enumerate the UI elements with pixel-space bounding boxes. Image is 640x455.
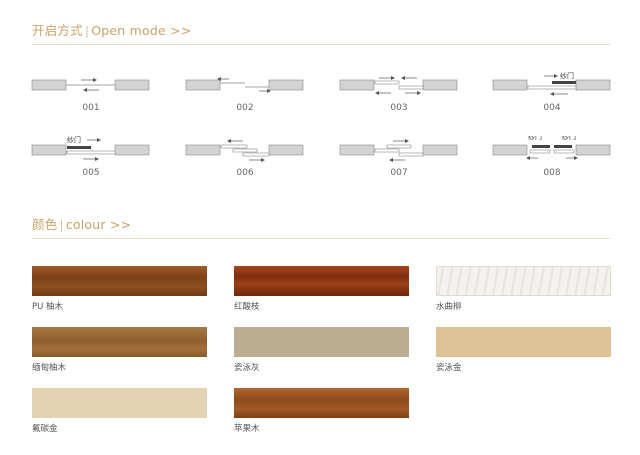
open-mode-arrows: >>	[170, 23, 192, 38]
swatch-color	[436, 266, 611, 296]
open-mode-003: 003	[339, 71, 459, 123]
diagram-005: 纱门	[31, 136, 150, 161]
open-mode-004: 纱门 004	[492, 71, 612, 123]
swatch-label: 苹果木	[234, 424, 260, 434]
open-mode-008: 纱门 纱门 008	[492, 136, 612, 188]
heading-separator: |	[84, 23, 90, 38]
swatch-label: 水曲柳	[436, 302, 462, 312]
swatch-color	[32, 327, 207, 357]
open-mode-heading: 开启方式 | Open mode >>	[32, 20, 191, 39]
open-mode-006: 006	[185, 136, 305, 188]
diagram-008: 纱门 纱门	[492, 136, 611, 160]
open-mode-divider	[32, 44, 610, 45]
colour-divider	[32, 238, 610, 239]
swatch-label: 瓷泳灰	[234, 363, 260, 373]
swatch-apple-wood: 苹果木	[234, 388, 409, 434]
swatch-label: 瓷泳金	[436, 363, 462, 373]
colour-heading: 颜色 | colour >>	[32, 214, 131, 233]
open-mode-code: 005	[82, 168, 100, 178]
diagram-007	[339, 139, 458, 162]
screen-door-tag: 纱门	[528, 136, 542, 141]
open-mode-title-en: Open mode	[91, 23, 166, 38]
screen-door-tag: 纱门	[67, 136, 81, 144]
swatch-ash: 水曲柳	[436, 266, 611, 312]
swatch-ceramic-grey: 瓷泳灰	[234, 327, 409, 373]
swatch-color	[32, 388, 207, 418]
swatch-color	[234, 327, 409, 357]
swatch-label: PU 柚木	[32, 302, 64, 312]
swatch-color	[234, 388, 409, 418]
diagram-001	[31, 78, 150, 92]
diagram-003	[339, 76, 458, 95]
swatch-label: 氟碳金	[32, 424, 58, 434]
swatch-label: 红酸枝	[234, 302, 260, 312]
open-mode-title-cn: 开启方式	[32, 23, 83, 38]
swatch-fluorocarbon-gold: 氟碳金	[32, 388, 207, 434]
swatch-color	[234, 266, 409, 296]
open-mode-005: 纱门 005	[31, 136, 151, 188]
open-mode-007: 007	[339, 136, 459, 188]
swatch-label: 缅甸柚木	[32, 363, 67, 373]
open-mode-code: 003	[390, 103, 408, 113]
colour-title-cn: 颜色	[32, 217, 58, 232]
open-mode-code: 007	[390, 168, 408, 178]
open-mode-002: 002	[185, 71, 305, 123]
screen-door-tag: 纱门	[560, 71, 574, 80]
heading-separator: |	[59, 217, 64, 232]
swatch-burma-teak: 缅甸柚木	[32, 327, 207, 373]
open-mode-code: 006	[236, 168, 254, 178]
diagram-002	[185, 77, 304, 93]
open-mode-code: 002	[236, 103, 254, 113]
open-mode-001: 001	[31, 71, 151, 123]
screen-door-tag: 纱门	[562, 136, 576, 141]
swatch-rosewood: 红酸枝	[234, 266, 409, 312]
swatch-color	[436, 327, 611, 357]
diagram-004: 纱门	[492, 71, 611, 96]
open-mode-code: 008	[543, 168, 561, 178]
open-mode-code: 001	[82, 103, 100, 113]
swatch-ceramic-gold: 瓷泳金	[436, 327, 611, 373]
swatch-pu-teak: PU 柚木	[32, 266, 207, 312]
colour-title-en: colour	[65, 217, 106, 232]
colour-arrows: >>	[109, 217, 132, 232]
open-mode-code: 004	[543, 103, 561, 113]
swatch-color	[32, 266, 207, 296]
diagram-006	[185, 139, 304, 162]
